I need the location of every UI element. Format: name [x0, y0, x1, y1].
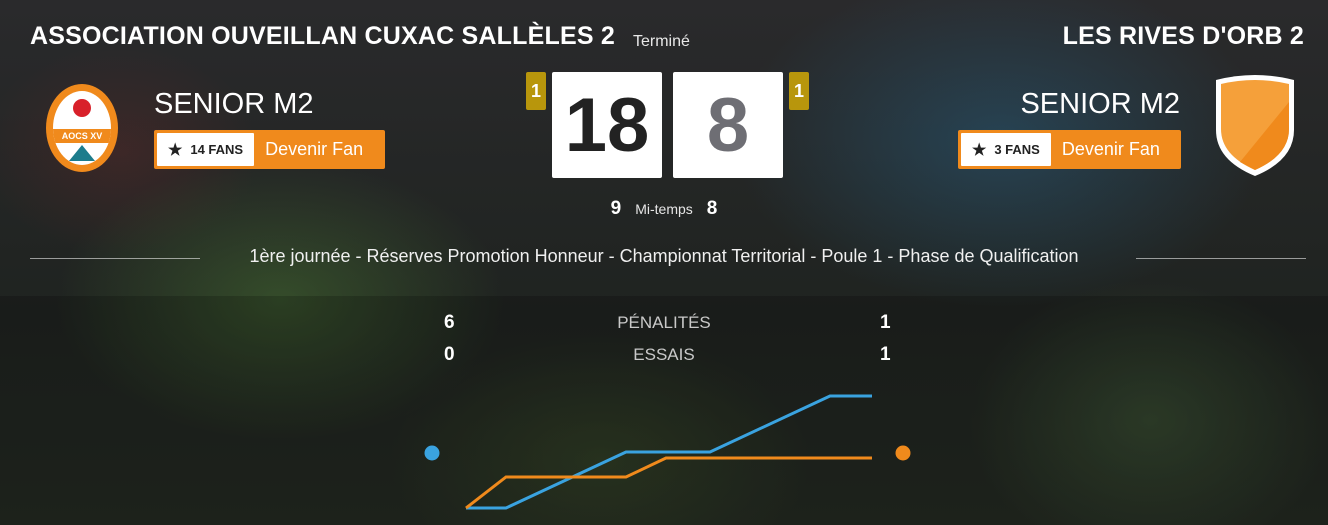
stat-label: PÉNALITÉS	[617, 313, 711, 332]
match-status: Terminé	[633, 33, 690, 50]
home-logo-text: AOCS XV	[53, 129, 111, 143]
home-team-logo[interactable]: AOCS XV	[46, 84, 118, 172]
stat-row-penalties: 6 PÉNALITÉS 1	[0, 312, 1328, 336]
away-fan-widget: ★ 3 FANS Devenir Fan	[958, 130, 1181, 169]
competition-info[interactable]: 1ère journée - Réserves Promotion Honneu…	[0, 246, 1328, 267]
rugby-ball-icon	[73, 99, 91, 117]
triangle-icon	[69, 145, 95, 161]
home-fans-label: 14 FANS	[190, 142, 244, 157]
away-team-logo[interactable]	[1210, 72, 1300, 178]
away-stat-value: 1	[880, 312, 891, 333]
divider	[1136, 258, 1306, 259]
half-time-score: 9 Mi-temps 8	[0, 198, 1328, 220]
home-become-fan-button[interactable]: Devenir Fan	[254, 139, 363, 160]
home-fan-count: ★ 14 FANS	[157, 133, 255, 166]
home-category: SENIOR M2	[154, 88, 314, 120]
home-team-name[interactable]: ASSOCIATION OUVEILLAN CUXAC SALLÈLES 2	[30, 22, 615, 51]
stat-row-tries: 0 ESSAIS 1	[0, 344, 1328, 368]
star-icon: ★	[972, 141, 987, 159]
home-bonus-badge: 1	[526, 72, 546, 110]
half-time-label: Mi-temps	[635, 201, 693, 217]
star-icon: ★	[168, 141, 183, 159]
away-team-name[interactable]: LES RIVES D'ORB 2	[1063, 22, 1304, 51]
away-become-fan-button[interactable]: Devenir Fan	[1051, 139, 1160, 160]
home-series-marker	[424, 445, 440, 461]
away-stat-value: 1	[880, 344, 891, 365]
home-fan-widget: ★ 14 FANS Devenir Fan	[154, 130, 385, 169]
away-category: SENIOR M2	[1020, 88, 1180, 120]
score-timeline-chart	[424, 394, 911, 510]
home-score-line	[466, 394, 872, 510]
away-score-line	[465, 456, 872, 510]
away-fans-label: 3 FANS	[994, 142, 1040, 157]
away-half-score: 8	[706, 198, 718, 219]
home-half-score: 9	[610, 198, 622, 219]
away-score: 8	[673, 72, 783, 178]
away-bonus-badge: 1	[789, 72, 809, 110]
away-series-marker	[895, 445, 911, 461]
competition-row: 1ère journée - Réserves Promotion Honneu…	[0, 246, 1328, 270]
home-score: 18	[552, 72, 662, 178]
away-fan-count: ★ 3 FANS	[961, 133, 1051, 166]
stat-label: ESSAIS	[633, 345, 695, 364]
